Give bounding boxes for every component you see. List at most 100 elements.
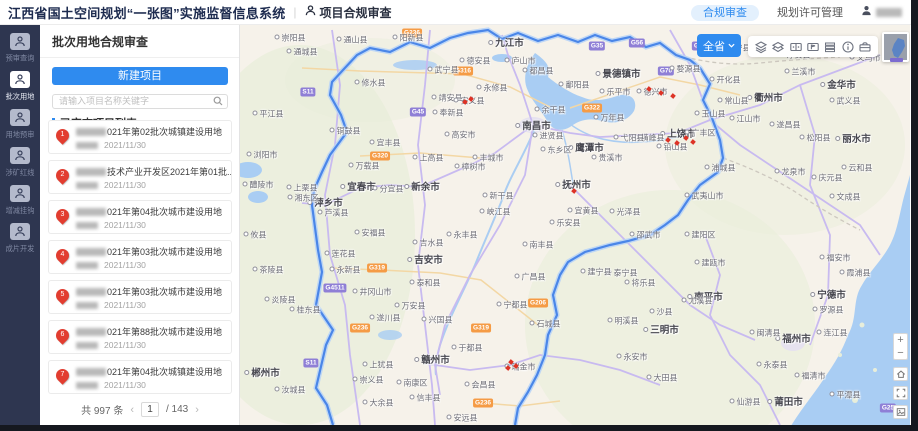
project-date-row: 2021/11/30 [76, 220, 227, 230]
minimap-chip [890, 58, 903, 62]
project-title: 021年第02批次城镇建设用地 [76, 125, 227, 138]
region-selector-button[interactable]: 全省 [697, 34, 741, 57]
header-nav-1[interactable]: 规划许可管理 [777, 7, 843, 19]
project-date: 2021/11/30 [104, 300, 146, 310]
user-name-redacted [876, 8, 902, 17]
home-extent-button[interactable] [893, 367, 908, 381]
title-divider: | [293, 5, 296, 19]
project-date-row: 2021/11/30 [76, 340, 227, 350]
sidebar-item-label: 增减挂钩 [2, 206, 38, 216]
fullscreen-button[interactable] [893, 386, 908, 400]
module-title: 项目合规审查 [320, 4, 392, 21]
next-page-button[interactable]: › [195, 404, 199, 416]
sidebar-item-3[interactable]: 涉矿红线 [0, 147, 40, 178]
zoom-out-button[interactable]: − [893, 346, 908, 360]
redacted-prefix [76, 128, 106, 136]
project-list: 1 021年第02批次城镇建设用地 2021/11/30 2 技术产业开发区2021年第… [40, 120, 240, 400]
sidebar-item-4[interactable]: 增减挂钩 [0, 185, 40, 216]
page-count: / 143 [166, 404, 188, 415]
search-icon[interactable] [213, 93, 223, 111]
overview-minimap[interactable] [882, 32, 909, 62]
redacted-prefix [76, 328, 106, 336]
redacted-owner [76, 142, 98, 149]
basemap-preview-button[interactable] [893, 405, 908, 419]
project-list-item-1[interactable]: 1 021年第02批次城镇建设用地 2021/11/30 [48, 120, 232, 154]
sidebar-item-0[interactable]: 预审查询 [0, 33, 40, 64]
window-bottom-edge [0, 425, 918, 431]
module-icon [305, 3, 316, 21]
map-canvas[interactable]: 南昌市九江市景德镇市上饶市鹰潭市抚州市新余市宜春市萍乡市吉安市赣州市衢州市金华市… [240, 25, 910, 431]
sidebar-item-5[interactable]: 成片开发 [0, 223, 40, 254]
project-date: 2021/11/30 [104, 380, 146, 390]
sidebar-item-1[interactable]: 批次用地 [0, 71, 40, 102]
project-title: 021年第03批次城市建设用地 [76, 285, 227, 298]
sidebar-item-label: 批次用地 [2, 92, 38, 102]
redacted-prefix [76, 208, 106, 216]
project-date-row: 2021/11/30 [76, 380, 227, 390]
zoom-in-button[interactable]: + [893, 333, 908, 347]
map-pin-icon: 3 [53, 206, 71, 224]
sidebar-item-icon [10, 147, 30, 164]
redacted-prefix [76, 248, 106, 256]
sidebar-item-icon [10, 71, 30, 88]
map-pin-icon: 6 [53, 326, 71, 344]
legend-icon[interactable] [823, 39, 838, 54]
project-list-item-4[interactable]: 4021年第03批次城市建设用地2021/11/30 [48, 240, 232, 274]
project-list-item-6[interactable]: 6021年第88批次城市建设用地2021/11/30 [48, 320, 232, 354]
sidebar-item-icon [10, 223, 30, 240]
redacted-prefix [76, 168, 106, 176]
pagination-total: 共 997 条 [81, 402, 123, 417]
sidebar-item-icon [10, 109, 30, 126]
sidebar-item-icon [10, 33, 30, 50]
flag-icon[interactable] [805, 39, 820, 54]
minimap-thumbnail [884, 34, 907, 60]
prev-page-button[interactable]: ‹ [130, 404, 134, 416]
basemap-icon[interactable] [771, 39, 786, 54]
project-list-item-5[interactable]: 5021年第03批次城市建设用地2021/11/30 [48, 280, 232, 314]
search-wrap [52, 91, 227, 106]
project-date: 2021/11/30 [104, 140, 146, 150]
redacted-owner [76, 302, 98, 309]
sidebar-item-label: 成片开发 [2, 244, 38, 254]
redacted-prefix [76, 368, 106, 376]
project-list-item-7[interactable]: 7021年第04批次城镇建设用地2021/11/30 [48, 360, 232, 394]
app-title: 江西省国土空间规划“一张图”实施监督信息系统 [8, 3, 285, 22]
swipe-icon[interactable] [788, 39, 803, 54]
chevron-down-icon [728, 43, 735, 48]
project-title: 技术产业开发区2021年第01批... [76, 165, 227, 178]
redacted-owner [76, 382, 98, 389]
left-icon-rail: 预审查询批次用地用地预审涉矿红线增减挂钩成片开发 [0, 25, 40, 431]
layers-icon[interactable] [753, 39, 768, 54]
project-title: 021年第03批次城市建设用地 [76, 245, 227, 258]
project-date: 2021/11/30 [104, 220, 146, 230]
module-wrap: 项目合规审查 [305, 3, 392, 21]
home-icon [896, 369, 906, 379]
project-list-item-2[interactable]: 2 技术产业开发区2021年第01批... 2021/11/30 [48, 160, 232, 194]
project-date-row: 2021/11/30 [76, 300, 227, 310]
toolbox-icon[interactable] [858, 39, 873, 54]
new-project-button[interactable]: 新建项目 [52, 67, 228, 85]
project-date-row: 2021/11/30 [76, 140, 227, 150]
project-list-item-3[interactable]: 3 021年第04批次城市建设用地 2021/11/30 [48, 200, 232, 234]
header-nav-0[interactable]: 合规审查 [691, 5, 759, 21]
project-date-row: 2021/11/30 [76, 260, 227, 270]
project-date: 2021/11/30 [104, 180, 146, 190]
sidebar-item-2[interactable]: 用地预审 [0, 109, 40, 140]
redacted-prefix [76, 288, 106, 296]
project-title: 021年第04批次城市建设用地 [76, 205, 227, 218]
map-pin-icon: 2 [53, 166, 71, 184]
user-menu[interactable] [861, 3, 902, 21]
sidebar-item-icon [10, 185, 30, 202]
redacted-owner [76, 262, 98, 269]
sidebar-item-label: 涉矿红线 [2, 168, 38, 178]
redacted-owner [76, 222, 98, 229]
image-icon [896, 407, 906, 417]
top-header: 江西省国土空间规划“一张图”实施监督信息系统 | 项目合规审查 合规审查 规划许可… [0, 0, 918, 25]
project-date: 2021/11/30 [104, 260, 146, 270]
project-title: 021年第04批次城镇建设用地 [76, 365, 227, 378]
info-icon[interactable] [840, 39, 855, 54]
sidebar-item-label: 预审查询 [2, 54, 38, 64]
search-input[interactable] [52, 94, 228, 109]
page-number-input[interactable]: 1 [141, 402, 159, 417]
map-pin-icon: 1 [53, 126, 71, 144]
